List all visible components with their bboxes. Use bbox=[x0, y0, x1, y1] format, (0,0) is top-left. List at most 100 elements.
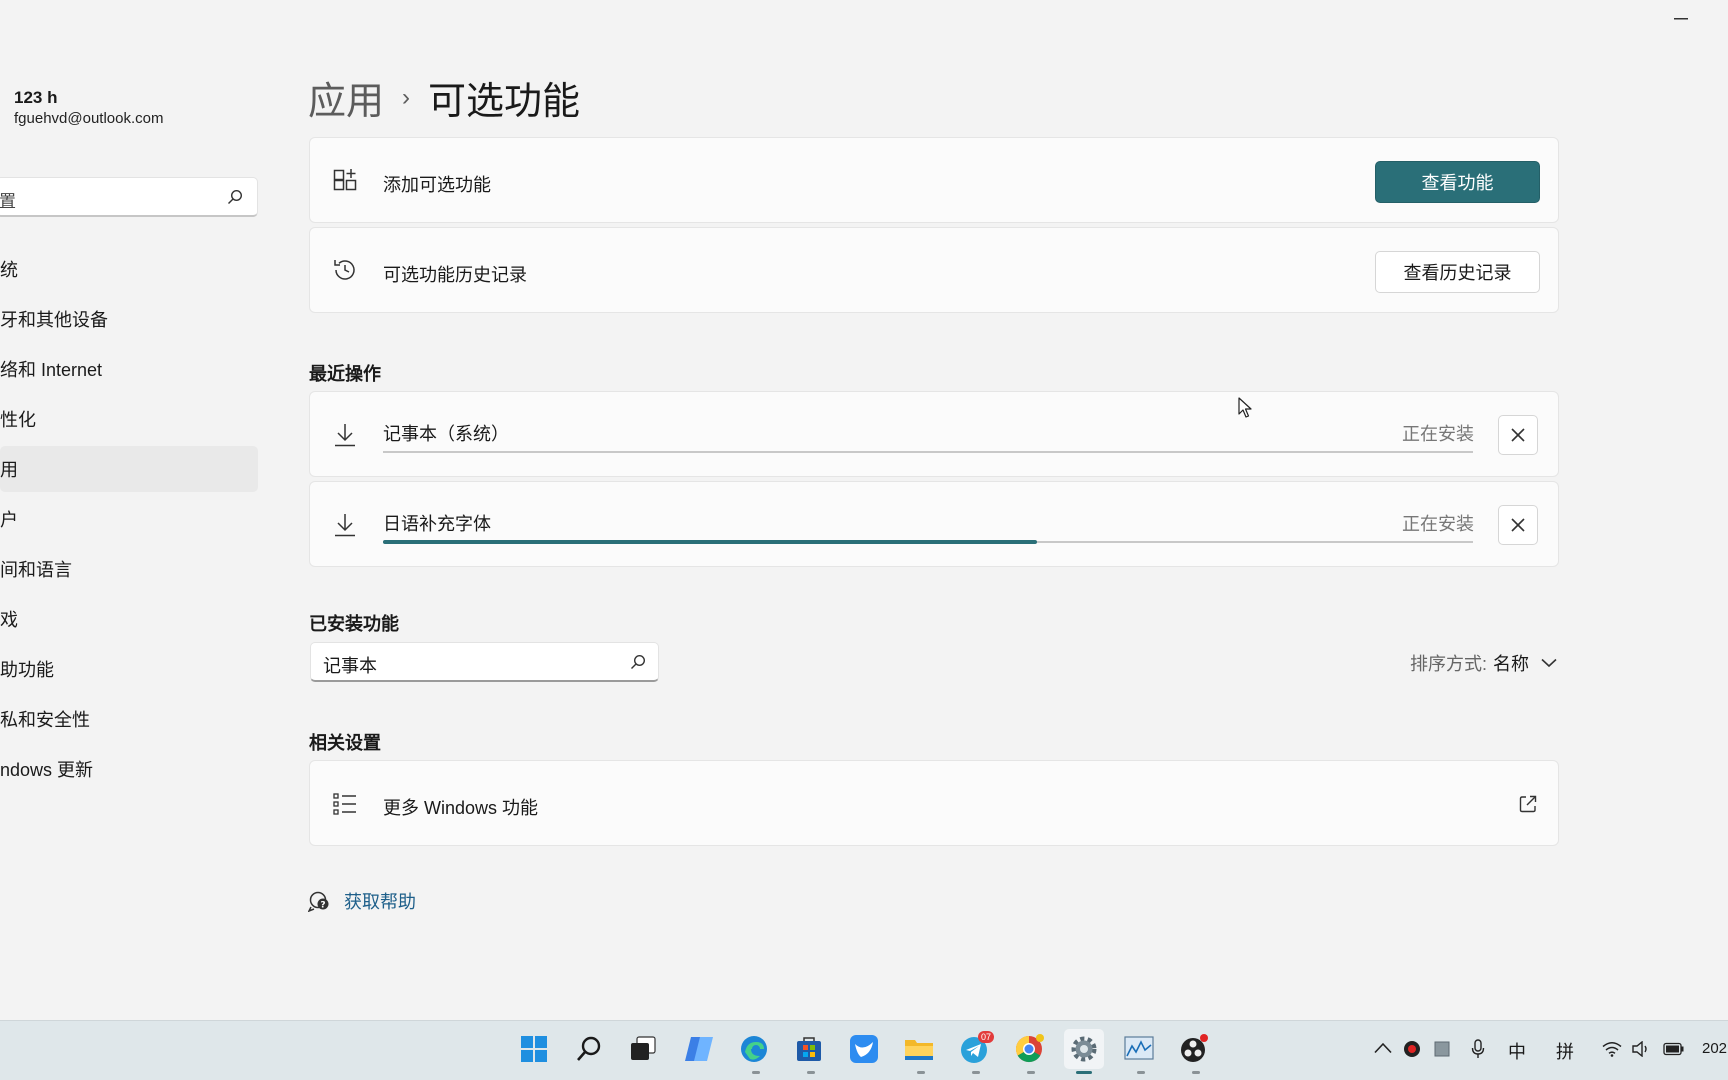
wifi-icon[interactable] bbox=[1602, 1041, 1622, 1057]
sidebar-item-label: 户 bbox=[0, 510, 18, 530]
view-history-button[interactable]: 查看历史记录 bbox=[1375, 251, 1540, 293]
recent-item-name: 记事本（系统） bbox=[383, 424, 509, 444]
sidebar-item-label: 络和 Internet bbox=[0, 360, 103, 380]
close-icon bbox=[1511, 428, 1525, 442]
sidebar-item-gaming[interactable]: 戏 bbox=[0, 596, 258, 642]
add-apps-icon bbox=[333, 169, 357, 191]
volume-icon[interactable] bbox=[1631, 1041, 1651, 1057]
running-indicator bbox=[1076, 1071, 1092, 1074]
progress-fill bbox=[383, 540, 1037, 544]
sidebar-item-label: 戏 bbox=[0, 610, 18, 630]
taskbar-telegram[interactable]: 07 bbox=[954, 1029, 995, 1069]
widgets-button[interactable] bbox=[679, 1029, 719, 1069]
taskbar-file-explorer[interactable] bbox=[899, 1029, 939, 1069]
settings-search-value: 置 bbox=[0, 192, 16, 211]
taskbar-obs[interactable] bbox=[1174, 1029, 1214, 1069]
cancel-install-button[interactable] bbox=[1498, 505, 1538, 545]
sidebar-item-time-language[interactable]: 间和语言 bbox=[0, 546, 258, 592]
sidebar-item-personalization[interactable]: 性化 bbox=[0, 396, 258, 442]
chrome-icon bbox=[1015, 1034, 1044, 1063]
sidebar-item-network[interactable]: 络和 Internet bbox=[0, 346, 258, 392]
external-link-icon bbox=[1519, 795, 1537, 813]
search-icon bbox=[631, 654, 646, 669]
installed-search-value: 记事本 bbox=[323, 656, 377, 676]
clock[interactable]: 202 bbox=[1702, 1040, 1727, 1057]
taskbar-chrome[interactable] bbox=[1009, 1029, 1049, 1069]
taskbar-settings[interactable] bbox=[1064, 1029, 1104, 1069]
widgets-icon bbox=[685, 1037, 713, 1061]
unread-badge: 07 bbox=[978, 1031, 995, 1043]
more-windows-features-label: 更多 Windows 功能 bbox=[383, 798, 539, 818]
sidebar-item-accessibility[interactable]: 助功能 bbox=[0, 646, 258, 692]
edge-icon bbox=[741, 1036, 767, 1062]
search-icon bbox=[577, 1036, 601, 1061]
add-feature-card: 添加可选功能 查看功能 bbox=[309, 137, 1559, 223]
taskbar-edge[interactable] bbox=[734, 1029, 774, 1069]
more-windows-features-card[interactable]: 更多 Windows 功能 bbox=[309, 760, 1559, 846]
sidebar-item-apps[interactable]: 用 bbox=[0, 446, 258, 492]
user-email: fguehvd@outlook.com bbox=[14, 110, 164, 127]
recent-item-row: 日语补充字体 正在安装 bbox=[309, 481, 1559, 567]
battery-icon[interactable] bbox=[1663, 1042, 1685, 1056]
settings-search-input[interactable]: 置 bbox=[0, 177, 258, 217]
view-features-button[interactable]: 查看功能 bbox=[1375, 161, 1540, 203]
sidebar-item-label: 牙和其他设备 bbox=[0, 310, 108, 330]
help-icon: ? bbox=[308, 891, 329, 912]
running-indicator bbox=[807, 1071, 815, 1074]
sidebar-item-label: 性化 bbox=[0, 410, 36, 430]
sidebar-item-privacy[interactable]: 私和安全性 bbox=[0, 696, 258, 742]
recent-actions-title: 最近操作 bbox=[309, 364, 381, 384]
sidebar-item-accounts[interactable]: 户 bbox=[0, 496, 258, 542]
list-icon bbox=[333, 793, 356, 815]
sidebar-item-label: ndows 更新 bbox=[0, 760, 94, 780]
microphone-icon[interactable] bbox=[1471, 1039, 1485, 1059]
chevron-up-icon[interactable] bbox=[1374, 1042, 1392, 1054]
sidebar-item-label: 用 bbox=[0, 460, 18, 480]
ime-name-indicator[interactable]: 拼 bbox=[1556, 1038, 1574, 1064]
tray-app-icon[interactable] bbox=[1403, 1040, 1421, 1058]
taskbar-search-button[interactable] bbox=[569, 1029, 609, 1069]
close-icon bbox=[1511, 518, 1525, 532]
start-button[interactable] bbox=[514, 1029, 554, 1069]
sidebar-item-windows-update[interactable]: ndows 更新 bbox=[0, 746, 258, 792]
sidebar-item-label: 统 bbox=[0, 260, 18, 280]
windows-logo-icon bbox=[521, 1036, 547, 1062]
breadcrumb-parent[interactable]: 应用 bbox=[308, 70, 384, 125]
sidebar-item-label: 助功能 bbox=[0, 660, 54, 680]
chevron-down-icon bbox=[1541, 658, 1557, 668]
running-indicator bbox=[1192, 1071, 1200, 1074]
progress-bar bbox=[383, 451, 1473, 453]
tray-square-icon[interactable] bbox=[1434, 1041, 1450, 1057]
get-help-link[interactable]: ? 获取帮助 bbox=[308, 888, 416, 914]
recent-item-status: 正在安装 bbox=[1402, 424, 1474, 444]
get-help-label: 获取帮助 bbox=[344, 892, 416, 912]
taskbar-store[interactable] bbox=[789, 1029, 829, 1069]
breadcrumb: 应用 › 可选功能 bbox=[308, 70, 580, 125]
sidebar-item-system[interactable]: 统 bbox=[0, 246, 258, 292]
sidebar-item-bluetooth[interactable]: 牙和其他设备 bbox=[0, 296, 258, 342]
search-icon bbox=[228, 189, 243, 204]
running-indicator bbox=[1137, 1071, 1145, 1074]
obs-icon bbox=[1181, 1034, 1208, 1062]
sort-value: 名称 bbox=[1493, 654, 1529, 674]
task-view-button[interactable] bbox=[623, 1029, 663, 1069]
feature-history-card: 可选功能历史记录 查看历史记录 bbox=[309, 227, 1559, 313]
minimize-button[interactable] bbox=[1660, 0, 1702, 38]
installed-features-title: 已安装功能 bbox=[309, 614, 399, 634]
running-indicator bbox=[752, 1071, 760, 1074]
history-icon bbox=[334, 260, 355, 280]
progress-bar bbox=[383, 540, 1473, 544]
folder-icon bbox=[905, 1040, 933, 1060]
sort-dropdown[interactable]: 排序方式: 名称 bbox=[1410, 650, 1557, 676]
recent-item-row: 记事本（系统） 正在安装 bbox=[309, 391, 1559, 477]
task-view-icon bbox=[631, 1036, 656, 1060]
ime-mode-indicator[interactable]: 中 bbox=[1508, 1038, 1526, 1064]
sort-label: 排序方式: bbox=[1409, 654, 1487, 674]
taskbar-resource-monitor[interactable] bbox=[1119, 1029, 1159, 1069]
installed-search-input[interactable]: 记事本 bbox=[310, 642, 659, 682]
breadcrumb-separator: › bbox=[402, 83, 411, 111]
taskbar-bird-app[interactable] bbox=[844, 1029, 884, 1069]
page-title: 可选功能 bbox=[428, 81, 581, 123]
mouse-cursor-icon bbox=[1238, 397, 1252, 418]
cancel-install-button[interactable] bbox=[1498, 415, 1538, 455]
